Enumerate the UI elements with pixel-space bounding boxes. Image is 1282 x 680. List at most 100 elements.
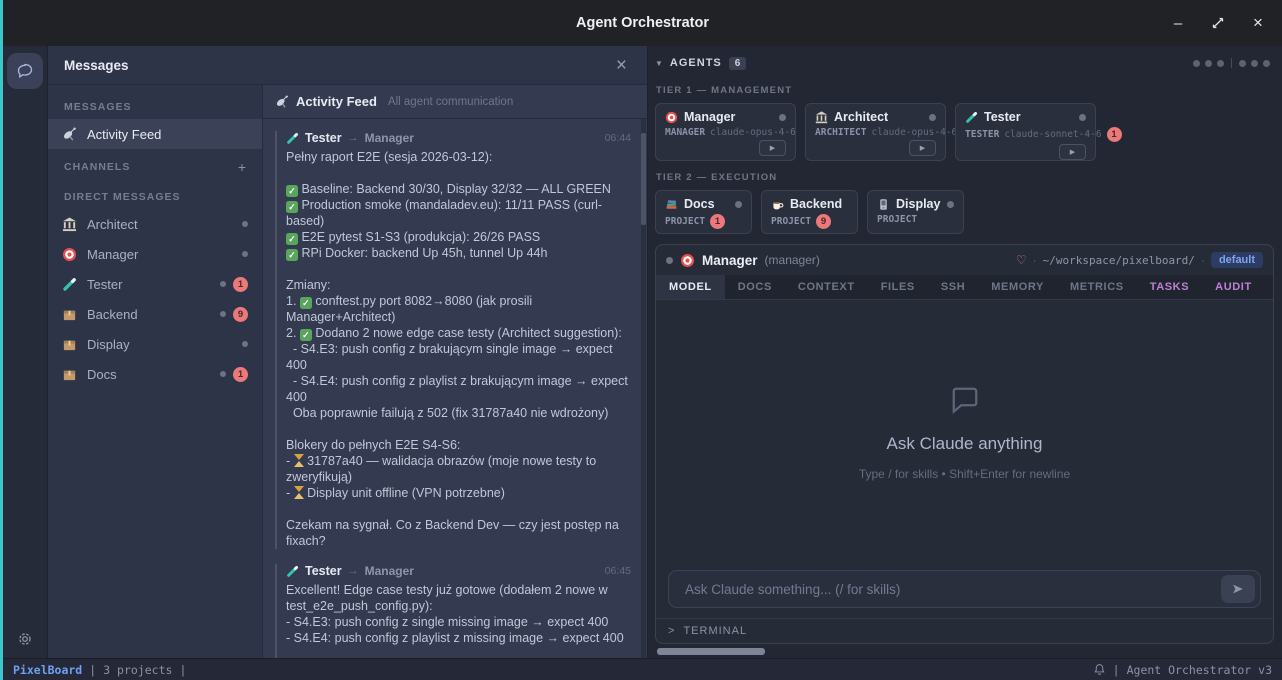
arrow-icon: → [348, 565, 359, 577]
presence-dot [220, 281, 226, 287]
tab-model[interactable]: MODEL [656, 275, 725, 299]
presence-dot [242, 221, 248, 227]
terminal-toggle[interactable]: > TERMINAL [656, 618, 1273, 643]
sidebar-item-architect[interactable]: Architect [48, 209, 262, 239]
unread-badge: 1 [1107, 127, 1122, 142]
sidebar-item-tester[interactable]: Tester1 [48, 269, 262, 299]
tab-ssh[interactable]: SSH [928, 275, 978, 299]
target-icon [665, 111, 678, 124]
feed-scrollbar[interactable] [641, 119, 646, 658]
sidebar-item-label: Display [87, 337, 130, 352]
status-app-version: Agent Orchestrator v3 [1127, 663, 1272, 677]
agent-card-name: Backend [790, 197, 842, 211]
sidebar-item-docs[interactable]: Docs1 [48, 359, 262, 389]
hourglass-icon [294, 454, 304, 467]
agent-card-architect[interactable]: ArchitectARCHITECTclaude-opus-4-6▶ [805, 103, 946, 161]
status-separator: | [179, 663, 186, 677]
collapse-arrow-icon[interactable]: ▼ [655, 59, 663, 68]
tab-context[interactable]: CONTEXT [785, 275, 868, 299]
agents-count-badge: 6 [729, 57, 747, 70]
maximize-button[interactable] [1204, 10, 1232, 36]
feed-title: Activity Feed [296, 94, 377, 109]
dm-list: Architect Manager Tester1Backend9 Display Do… [48, 209, 262, 389]
status-separator: | [1113, 663, 1120, 677]
device-icon [877, 198, 890, 211]
unread-badge: 1 [233, 277, 248, 292]
messages-panel-title: Messages [64, 58, 129, 73]
detail-header-right: ♡ · ~/workspace/pixelboard/ · default [1016, 252, 1263, 268]
message-from: Tester [305, 564, 342, 578]
messages-panel-header: Messages × [48, 46, 647, 85]
tab-files[interactable]: FILES [868, 275, 928, 299]
channels-section-label: CHANNELS + [48, 149, 262, 181]
empty-state-title: Ask Claude anything [887, 434, 1043, 454]
window-controls: – × [1164, 0, 1272, 46]
close-messages-icon[interactable]: × [612, 56, 631, 75]
add-channel-button[interactable]: + [238, 159, 246, 175]
run-agent-button[interactable]: ▶ [1059, 144, 1086, 160]
bell-icon[interactable] [1093, 663, 1106, 676]
tab-audit[interactable]: AUDIT [1202, 275, 1265, 299]
sidebar-item-display[interactable]: Display [48, 329, 262, 359]
sidebar-item-backend[interactable]: Backend9 [48, 299, 262, 329]
agent-card-role: PROJECT [665, 216, 705, 227]
presence-dot [220, 311, 226, 317]
dot-separator: · [1033, 253, 1037, 267]
agents-panel: ▼ AGENTS 6 TIER 1 — MANAGEMENT ManagerMA… [648, 46, 1282, 658]
agent-card-name: Manager [684, 110, 735, 124]
run-agent-button[interactable]: ▶ [759, 140, 786, 156]
arrow-icon: → [348, 132, 359, 144]
detail-tabs: MODELDOCSCONTEXTFILESSSHMEMORYMETRICSTAS… [656, 275, 1273, 300]
channels-label-text: CHANNELS [64, 161, 130, 173]
rail-messages-button[interactable] [7, 53, 43, 89]
message-header: Tester→Manager06:44 [286, 131, 631, 145]
run-agent-button[interactable]: ▶ [909, 140, 936, 156]
check-icon: ✓ [286, 185, 298, 197]
horizontal-scrollbar-thumb[interactable] [657, 648, 765, 655]
app-window: Agent Orchestrator – × Messages × M [0, 0, 1282, 680]
minimize-button[interactable]: – [1164, 10, 1192, 36]
message-time: 06:44 [605, 132, 631, 144]
hourglass-icon [294, 486, 304, 499]
speech-bubble-icon [947, 382, 983, 418]
check-icon: ✓ [286, 201, 298, 213]
agent-card-tester[interactable]: TesterTESTERclaude-sonnet-4-61▶ [955, 103, 1096, 161]
messages-panel-body: MESSAGES Activity Feed CHANNELS + DIRECT… [48, 85, 647, 658]
env-badge[interactable]: default [1211, 252, 1263, 268]
agent-card-docs[interactable]: DocsPROJECT1 [655, 190, 752, 234]
close-button[interactable]: × [1244, 10, 1272, 36]
prompt-input[interactable] [683, 581, 1213, 598]
testtube-icon [286, 565, 299, 578]
agent-card-manager[interactable]: ManagerMANAGERclaude-opus-4-6▶ [655, 103, 796, 161]
agents-header[interactable]: ▼ AGENTS 6 [655, 52, 1274, 74]
heart-icon[interactable]: ♡ [1016, 253, 1027, 267]
agent-card-backend[interactable]: BackendPROJECT9 [761, 190, 858, 234]
settings-button[interactable] [3, 630, 47, 648]
unread-badge: 9 [816, 214, 831, 229]
tab-memory[interactable]: MEMORY [978, 275, 1057, 299]
agent-card-name: Tester [984, 110, 1021, 124]
sidebar-item-manager[interactable]: Manager [48, 239, 262, 269]
tab-metrics[interactable]: METRICS [1057, 275, 1137, 299]
feed-scrollbar-thumb[interactable] [641, 133, 646, 225]
tab-tasks[interactable]: TASKS [1137, 275, 1202, 299]
maximize-icon [1212, 17, 1224, 29]
empty-state: Ask Claude anything Type / for skills • … [656, 300, 1273, 562]
check-icon: ✓ [300, 297, 312, 309]
main-area: Messages × MESSAGES Activity Feed CHANNE… [3, 46, 1282, 658]
sidebar-item-activity-feed[interactable]: Activity Feed [48, 119, 262, 149]
dm-section-label: DIRECT MESSAGES [48, 181, 262, 209]
sidebar-item-label: Activity Feed [87, 127, 161, 142]
package-icon [62, 367, 77, 382]
horizontal-scrollbar[interactable] [655, 648, 1274, 655]
presence-dot [666, 257, 673, 264]
books-icon [665, 198, 678, 211]
coffee-icon [771, 198, 784, 211]
target-icon [680, 253, 695, 268]
testtube-icon [965, 111, 978, 124]
panel-dots [1193, 58, 1274, 68]
tab-docs[interactable]: DOCS [725, 275, 785, 299]
send-button[interactable] [1221, 575, 1255, 603]
sidebar-item-label: Manager [87, 247, 138, 262]
agent-card-display[interactable]: DisplayPROJECT [867, 190, 964, 234]
